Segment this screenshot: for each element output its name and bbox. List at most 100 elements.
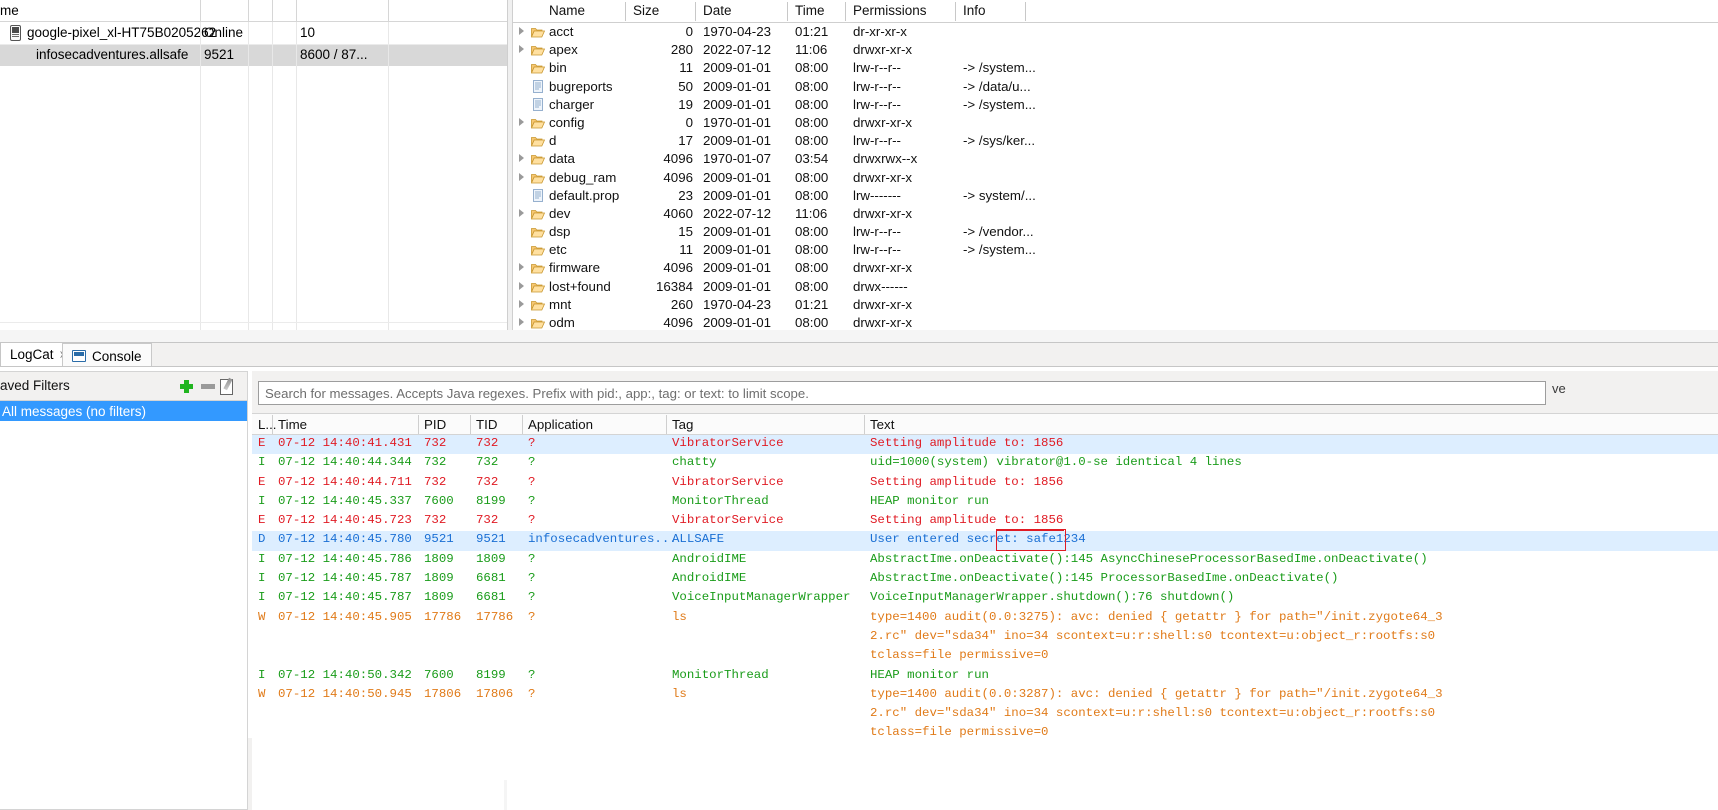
chevron-right-icon[interactable] xyxy=(519,45,524,54)
fx-time: 08:00 xyxy=(795,114,829,130)
tab-console-label: Console xyxy=(92,348,142,364)
log-pid: 9521 xyxy=(424,532,454,547)
log-row[interactable]: E 07-12 14:40:44.711 732 732? VibratorServic… xyxy=(252,474,1718,493)
fx-permissions: drwxr-xr-x xyxy=(853,296,913,312)
chevron-right-icon[interactable] xyxy=(519,263,524,272)
log-row[interactable]: I 07-12 14:40:45.786 1809 1809? AndroidIME Ab… xyxy=(252,551,1718,570)
log-row[interactable]: E 07-12 14:40:41.431 732 732? VibratorServic… xyxy=(252,435,1718,455)
search-input[interactable] xyxy=(258,381,1546,405)
file-explorer-row[interactable]: charger 19 2009-01-01 08:00 lrw-r--r-- -> /sy… xyxy=(513,96,1718,114)
log-tid: 9521 xyxy=(476,532,506,547)
folder-icon xyxy=(530,62,546,74)
chevron-right-icon[interactable] xyxy=(519,154,524,163)
folder-icon xyxy=(530,135,546,147)
chevron-right-icon[interactable] xyxy=(519,208,524,217)
file-explorer-row[interactable]: config 0 1970-01-01 08:00 drwxr-xr-x xyxy=(513,114,1718,132)
filter-item-all-messages[interactable]: All messages (no filters) xyxy=(0,401,247,421)
fx-time: 08:00 xyxy=(795,60,829,76)
log-col-pid[interactable]: PID xyxy=(424,417,446,432)
log-vertical-scrollbar[interactable] xyxy=(504,780,507,810)
file-explorer-row[interactable]: bugreports 50 2009-01-01 08:00 lrw-r--r-- -> … xyxy=(513,78,1718,96)
log-row[interactable]: I 07-12 14:40:45.787 1809 6681? VoiceInputMa… xyxy=(252,589,1718,608)
fx-date: 2009-01-01 xyxy=(703,315,772,330)
fx-col-name[interactable]: Name xyxy=(549,3,585,18)
fx-col-info[interactable]: Info xyxy=(963,3,986,18)
fx-col-date[interactable]: Date xyxy=(703,3,732,18)
file-explorer-hscrollbar[interactable] xyxy=(0,330,1718,342)
log-tag: MonitorThread xyxy=(672,493,769,508)
chevron-right-icon[interactable] xyxy=(519,281,524,290)
file-explorer-row[interactable]: d 17 2009-01-01 08:00 lrw-r--r-- -> /sys/ker.… xyxy=(513,132,1718,150)
fx-size: 15 xyxy=(678,224,693,240)
log-row[interactable]: I 07-12 14:40:45.787 1809 6681? AndroidIME Ab… xyxy=(252,570,1718,589)
log-text: User entered secret: safe1234 xyxy=(870,532,1086,547)
file-explorer-row[interactable]: acct 0 1970-04-23 01:21 dr-xr-xr-x xyxy=(513,23,1718,41)
log-tid: 732 xyxy=(476,436,499,450)
log-tid: 8199 xyxy=(476,493,506,508)
file-explorer-row[interactable]: apex 280 2022-07-12 11:06 drwxr-xr-x xyxy=(513,41,1718,59)
remove-filter-button[interactable] xyxy=(198,376,218,396)
fx-name: data xyxy=(549,151,575,167)
file-explorer-row[interactable]: dev 4060 2022-07-12 11:06 drwxr-xr-x xyxy=(513,205,1718,223)
fx-time: 08:00 xyxy=(795,278,829,294)
log-level: I xyxy=(258,571,266,586)
file-explorer-row[interactable]: data 4096 1970-01-07 03:54 drwxrwx--x xyxy=(513,150,1718,168)
log-time: 07-12 14:40:50.342 xyxy=(278,667,412,682)
log-pid: 732 xyxy=(424,513,447,528)
file-explorer-row[interactable]: firmware 4096 2009-01-01 08:00 drwxr-xr-x xyxy=(513,259,1718,277)
fx-size: 280 xyxy=(670,42,693,58)
log-row[interactable]: I 07-12 14:40:45.337 7600 8199? MonitorThrea… xyxy=(252,493,1718,512)
log-time: 07-12 14:40:45.905 xyxy=(278,609,412,624)
fx-col-time[interactable]: Time xyxy=(795,3,825,18)
file-explorer-row[interactable]: default.prop 23 2009-01-01 08:00 lrw------- -… xyxy=(513,187,1718,205)
log-pid: 1809 xyxy=(424,590,454,605)
file-explorer-header: Name Size Date Time Permissions Info xyxy=(513,0,1718,23)
log-time: 07-12 14:40:44.344 xyxy=(278,455,412,470)
fx-permissions: lrw-r--r-- xyxy=(853,224,901,240)
log-row[interactable]: I 07-12 14:40:50.342 7600 8199? MonitorThrea… xyxy=(252,667,1718,686)
fx-time: 08:00 xyxy=(795,96,829,112)
log-col-text[interactable]: Text xyxy=(870,417,894,432)
log-row[interactable]: W 07-12 14:40:45.905 17786 17786? ls type=140… xyxy=(252,609,1718,628)
chevron-right-icon[interactable] xyxy=(519,27,524,35)
tab-console[interactable]: Console xyxy=(62,343,152,368)
file-explorer-row[interactable]: etc 11 2009-01-01 08:00 lrw-r--r-- -> /system… xyxy=(513,241,1718,259)
fx-name: config xyxy=(549,114,585,130)
chevron-right-icon[interactable] xyxy=(519,318,524,326)
folder-icon xyxy=(530,317,546,329)
log-text: type=1400 audit(0.0:3275): avc: denied {… xyxy=(870,609,1443,624)
file-explorer-row[interactable]: dsp 15 2009-01-01 08:00 lrw-r--r-- -> /vendor… xyxy=(513,223,1718,241)
log-row[interactable]: D 07-12 14:40:45.780 9521 9521 infosecadvent… xyxy=(252,531,1718,551)
fx-size: 11 xyxy=(679,242,693,258)
log-col-time[interactable]: Time xyxy=(278,417,307,432)
log-col-level[interactable]: L... xyxy=(258,417,276,432)
log-col-tag[interactable]: Tag xyxy=(672,417,693,432)
annotation-underline xyxy=(996,530,1064,531)
log-level: I xyxy=(258,590,266,605)
fx-col-permissions[interactable]: Permissions xyxy=(853,3,927,18)
chevron-right-icon[interactable] xyxy=(519,172,524,181)
file-explorer-row[interactable]: debug_ram 4096 2009-01-01 08:00 drwxr-xr-x xyxy=(513,169,1718,187)
fx-name: acct xyxy=(549,24,574,39)
log-time: 07-12 14:40:45.787 xyxy=(278,590,412,605)
log-row-continuation: tclass=file permissive=0 xyxy=(252,647,1718,666)
log-row[interactable]: I 07-12 14:40:44.344 732 732? chatty uid=1000… xyxy=(252,454,1718,473)
log-col-application[interactable]: Application xyxy=(528,417,593,432)
log-time: 07-12 14:40:45.723 xyxy=(278,513,412,528)
log-application: ? xyxy=(528,590,536,605)
log-col-tid[interactable]: TID xyxy=(476,417,497,432)
folder-icon xyxy=(530,208,546,220)
log-tid: 8199 xyxy=(476,667,506,682)
saved-filters-list: All messages (no filters) xyxy=(0,400,247,809)
log-pid: 17806 xyxy=(424,686,462,701)
fx-time: 11:06 xyxy=(795,42,828,58)
log-row-continuation: tclass=file permissive=0 xyxy=(252,724,1718,743)
file-explorer-row[interactable]: bin 11 2009-01-01 08:00 lrw-r--r-- -> /system… xyxy=(513,59,1718,77)
log-row[interactable]: W 07-12 14:40:50.945 17806 17806? ls type=140… xyxy=(252,686,1718,705)
chevron-right-icon[interactable] xyxy=(519,299,524,308)
file-explorer-row[interactable]: lost+found 16384 2009-01-01 08:00 drwx------ xyxy=(513,278,1718,296)
file-explorer-row[interactable]: mnt 260 1970-04-23 01:21 drwxr-xr-x xyxy=(513,296,1718,314)
chevron-right-icon[interactable] xyxy=(519,117,524,126)
fx-col-size[interactable]: Size xyxy=(633,3,659,18)
log-row[interactable]: E 07-12 14:40:45.723 732 732? VibratorServic… xyxy=(252,512,1718,531)
